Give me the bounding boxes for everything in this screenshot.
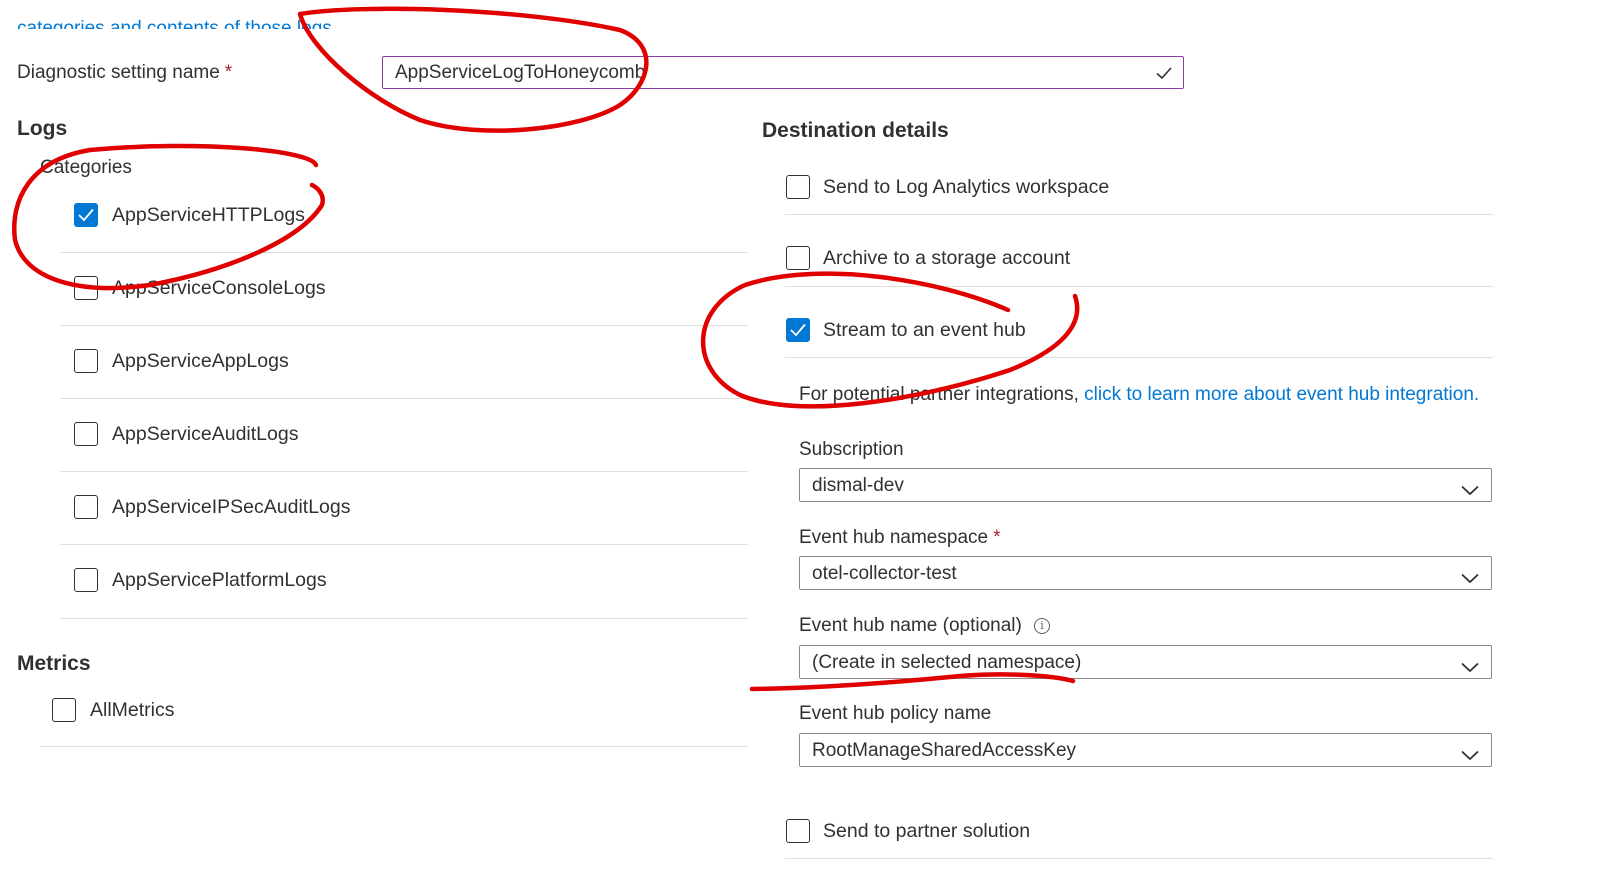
namespace-value: otel-collector-test bbox=[812, 563, 957, 584]
checkbox-log-analytics[interactable] bbox=[786, 175, 810, 199]
namespace-label: Event hub namespace * bbox=[799, 527, 1000, 549]
divider bbox=[60, 471, 748, 472]
checkbox-appserviceconsolelogs[interactable] bbox=[74, 276, 98, 300]
divider bbox=[40, 746, 748, 747]
divider bbox=[785, 214, 1493, 215]
label-storage-account: Archive to a storage account bbox=[823, 247, 1071, 269]
info-icon[interactable]: i bbox=[1034, 618, 1050, 634]
label-appserviceipsecauditlogs: AppServiceIPSecAuditLogs bbox=[112, 496, 351, 518]
checkbox-partner-solution[interactable] bbox=[786, 819, 810, 843]
divider bbox=[60, 325, 748, 326]
logs-title: Logs bbox=[17, 117, 68, 140]
chevron-down-icon bbox=[1461, 480, 1479, 502]
label-appserviceplatformlogs: AppServicePlatformLogs bbox=[112, 569, 327, 591]
partner-note-text: For potential partner integrations, bbox=[799, 384, 1079, 405]
label-appservicehttplogs: AppServiceHTTPLogs bbox=[112, 204, 305, 226]
divider bbox=[60, 252, 748, 253]
policy-label: Event hub policy name bbox=[799, 703, 992, 724]
label-event-hub: Stream to an event hub bbox=[823, 319, 1026, 341]
checkbox-allmetrics[interactable] bbox=[52, 698, 76, 722]
hub-name-value: (Create in selected namespace) bbox=[812, 652, 1082, 673]
label-allmetrics: AllMetrics bbox=[90, 699, 175, 721]
checkbox-appservicehttplogs[interactable] bbox=[74, 203, 98, 227]
checkbox-appserviceplatformlogs[interactable] bbox=[74, 568, 98, 592]
policy-dropdown[interactable]: RootManageSharedAccessKey bbox=[799, 733, 1492, 767]
namespace-dropdown[interactable]: otel-collector-test bbox=[799, 556, 1492, 590]
checkbox-event-hub[interactable] bbox=[786, 318, 810, 342]
checkbox-appserviceipsecauditlogs[interactable] bbox=[74, 495, 98, 519]
label-appserviceconsolelogs: AppServiceConsoleLogs bbox=[112, 277, 326, 299]
scrolled-off-link[interactable]: categories and contents of those logs bbox=[17, 18, 332, 29]
setting-name-input[interactable]: AppServiceLogToHoneycomb bbox=[382, 56, 1184, 89]
destination-title: Destination details bbox=[762, 119, 949, 142]
divider bbox=[60, 618, 748, 619]
hub-name-dropdown[interactable]: (Create in selected namespace) bbox=[799, 645, 1492, 679]
partner-integration-note: For potential partner integrations, clic… bbox=[799, 384, 1479, 406]
policy-value: RootManageSharedAccessKey bbox=[812, 740, 1077, 761]
namespace-label-text: Event hub namespace bbox=[799, 527, 989, 548]
chevron-down-icon bbox=[1461, 568, 1479, 590]
checkbox-appserviceapplogs[interactable] bbox=[74, 349, 98, 373]
label-log-analytics: Send to Log Analytics workspace bbox=[823, 176, 1110, 198]
metrics-title: Metrics bbox=[17, 652, 91, 675]
label-appserviceauditlogs: AppServiceAuditLogs bbox=[112, 423, 299, 445]
setting-name-label-text: Diagnostic setting name bbox=[17, 62, 220, 83]
divider bbox=[785, 357, 1493, 358]
subscription-dropdown[interactable]: dismal-dev bbox=[799, 468, 1492, 502]
event-hub-integration-link[interactable]: click to learn more about event hub inte… bbox=[1084, 384, 1479, 405]
setting-name-value: AppServiceLogToHoneycomb bbox=[395, 62, 646, 83]
checkbox-appserviceauditlogs[interactable] bbox=[74, 422, 98, 446]
checkmark-icon bbox=[1154, 63, 1174, 89]
label-partner-solution: Send to partner solution bbox=[823, 820, 1031, 842]
label-appserviceapplogs: AppServiceAppLogs bbox=[112, 350, 289, 372]
divider bbox=[785, 286, 1493, 287]
chevron-down-icon bbox=[1461, 745, 1479, 767]
subscription-label: Subscription bbox=[799, 439, 904, 460]
required-marker: * bbox=[224, 62, 233, 83]
chevron-down-icon bbox=[1461, 657, 1479, 679]
subscription-value: dismal-dev bbox=[812, 475, 904, 496]
hub-name-label: Event hub name (optional) bbox=[799, 615, 1022, 636]
categories-label: Categories bbox=[40, 157, 132, 178]
required-marker: * bbox=[993, 527, 1001, 548]
checkbox-storage-account[interactable] bbox=[786, 246, 810, 270]
divider bbox=[60, 398, 748, 399]
divider bbox=[60, 544, 748, 545]
divider bbox=[785, 858, 1493, 859]
setting-name-label: Diagnostic setting name * bbox=[17, 62, 232, 84]
